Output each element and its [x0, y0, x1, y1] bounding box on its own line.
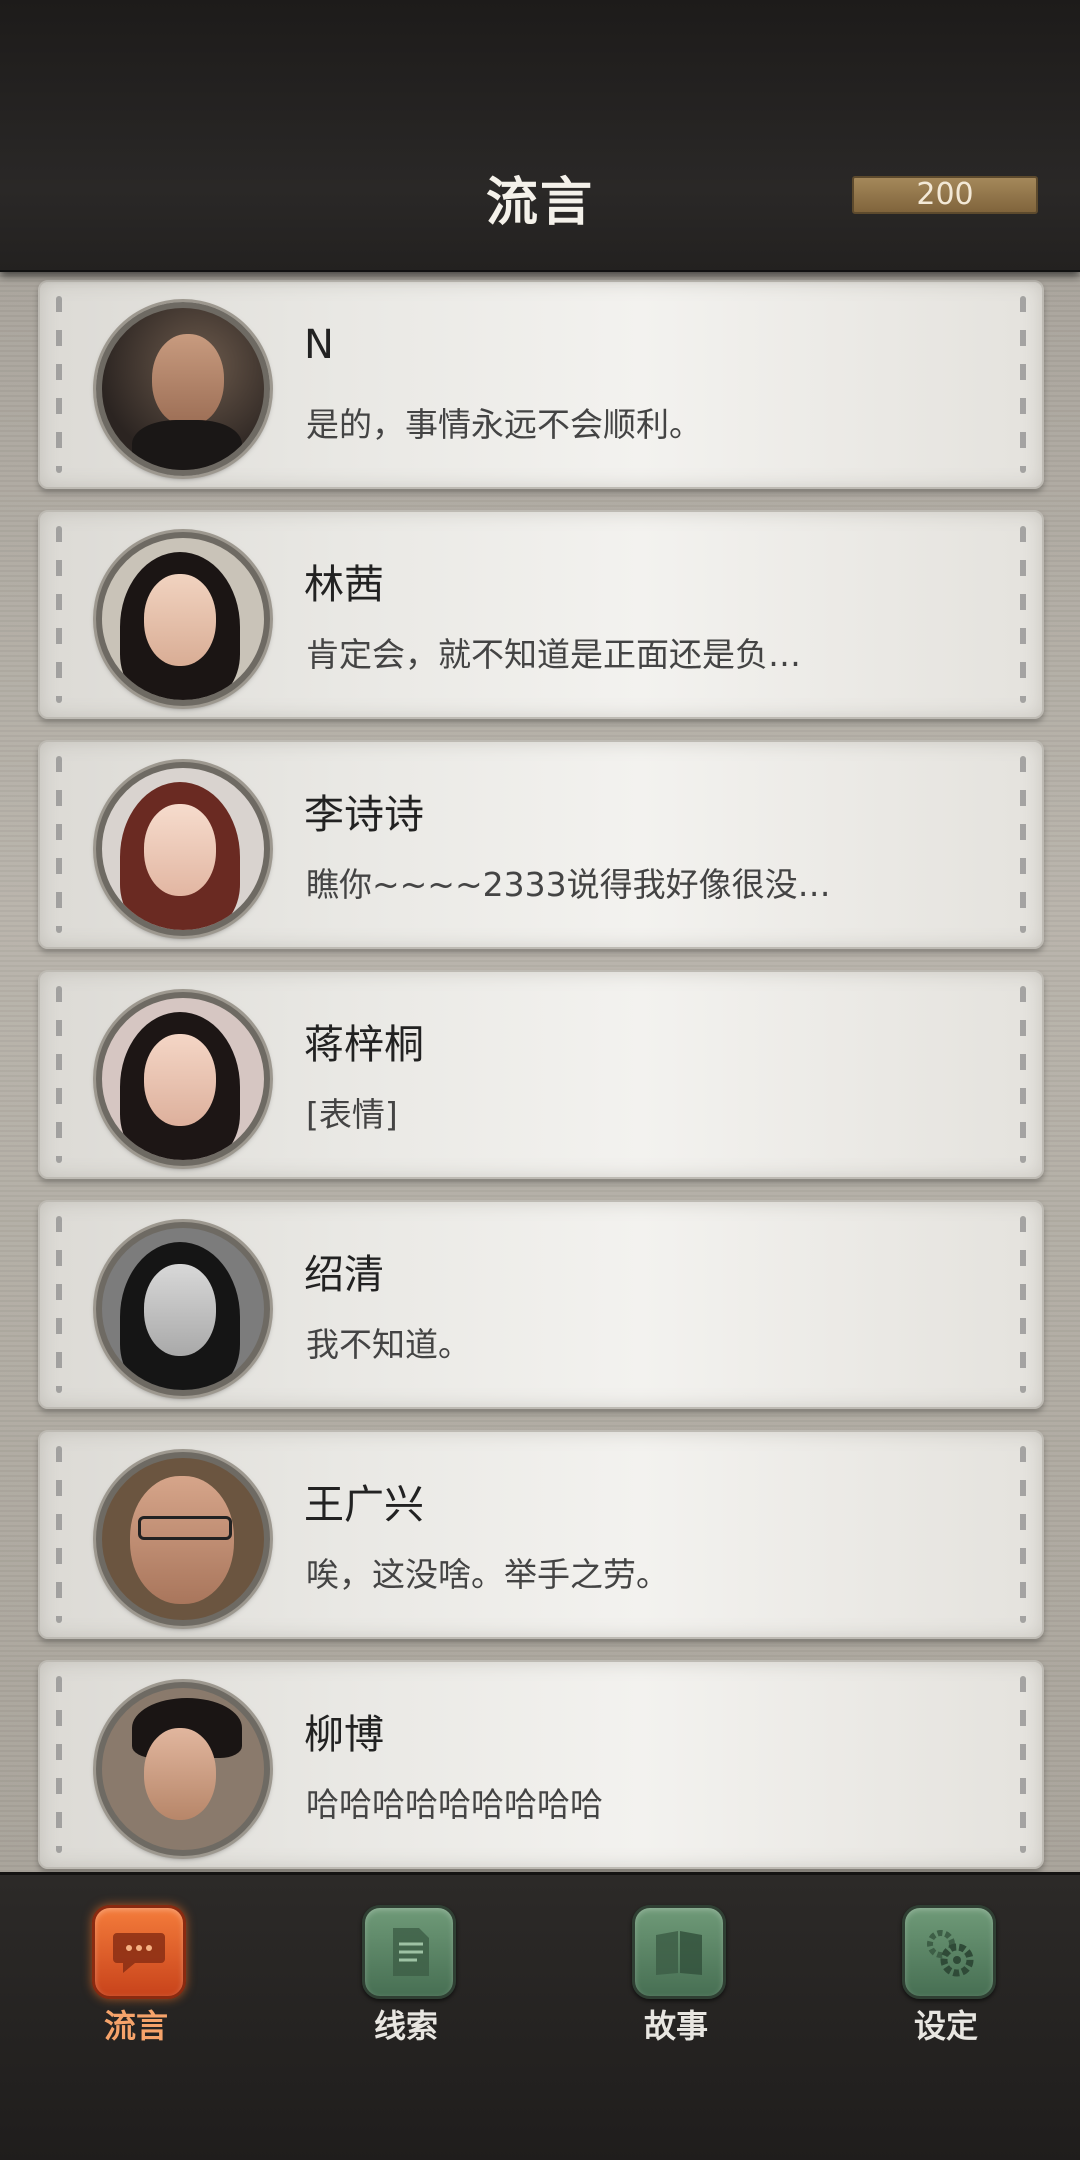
top-bar: 流言 200: [0, 0, 1080, 272]
contact-name: 林茜: [304, 562, 384, 608]
card-stitch-decoration: [56, 526, 62, 703]
avatar-wangguangxing: [96, 1452, 270, 1626]
nav-label: 线索: [373, 2007, 438, 2045]
avatar-jiangzitong: [96, 992, 270, 1166]
avatar-face: [144, 1728, 216, 1820]
avatar-linxi: [96, 532, 270, 706]
contact-card[interactable]: 李诗诗 瞧你~~~~2333说得我好像很没…: [38, 740, 1044, 949]
app-root: 流言 200 N 是的，事情永远不会顺利。 林茜 肯定会，就不知道是正面还是负…: [0, 0, 1080, 2160]
last-message: 瞧你~~~~2333说得我好像很没…: [306, 865, 831, 904]
document-icon: [362, 1905, 456, 1999]
card-stitch-decoration: [56, 986, 62, 1163]
nav-tab-rumors[interactable]: 流言: [66, 1905, 206, 2045]
avatar-lishishi: [96, 762, 270, 936]
card-stitch-decoration: [56, 296, 62, 473]
nav-tab-clues[interactable]: 线索: [336, 1905, 476, 2045]
nav-label: 流言: [103, 2007, 168, 2045]
coin-counter: 200: [852, 176, 1038, 214]
avatar-face: [144, 1264, 216, 1356]
avatar-face: [144, 804, 216, 896]
last-message: 唉，这没啥。举手之劳。: [306, 1555, 669, 1594]
card-stitch-decoration: [56, 1676, 62, 1853]
contact-card[interactable]: 柳博 哈哈哈哈哈哈哈哈哈: [38, 1660, 1044, 1869]
glasses-icon: [138, 1516, 232, 1540]
card-stitch-decoration: [1020, 1446, 1026, 1623]
last-message: 是的，事情永远不会顺利。: [306, 405, 702, 444]
contact-name: 绍清: [304, 1252, 384, 1298]
avatar-face: [144, 574, 216, 666]
card-stitch-decoration: [1020, 756, 1026, 933]
contact-name: 王广兴: [304, 1482, 424, 1528]
avatar-face: [144, 1034, 216, 1126]
avatar-shaoqing: [96, 1222, 270, 1396]
contact-name: 李诗诗: [304, 792, 424, 838]
gear-icon: [902, 1905, 996, 1999]
nav-label: 故事: [643, 2007, 708, 2045]
card-stitch-decoration: [56, 756, 62, 933]
avatar-face: [152, 334, 224, 426]
card-stitch-decoration: [1020, 1676, 1026, 1853]
nav-tab-settings[interactable]: 设定: [876, 1905, 1016, 2045]
contact-card[interactable]: 林茜 肯定会，就不知道是正面还是负…: [38, 510, 1044, 719]
chat-bubble-icon: [92, 1905, 186, 1999]
last-message: 我不知道。: [306, 1325, 471, 1364]
avatar-shirt: [132, 420, 242, 470]
card-stitch-decoration: [56, 1216, 62, 1393]
card-stitch-decoration: [1020, 986, 1026, 1163]
book-icon: [632, 1905, 726, 1999]
contact-card[interactable]: 蒋梓桐 [表情]: [38, 970, 1044, 1179]
card-stitch-decoration: [1020, 1216, 1026, 1393]
contact-name: N: [304, 322, 334, 368]
avatar-liubo: [96, 1682, 270, 1856]
last-message: 肯定会，就不知道是正面还是负…: [306, 635, 801, 674]
card-stitch-decoration: [1020, 526, 1026, 703]
last-message: 哈哈哈哈哈哈哈哈哈: [306, 1785, 603, 1824]
contact-card[interactable]: 绍清 我不知道。: [38, 1200, 1044, 1409]
card-stitch-decoration: [56, 1446, 62, 1623]
last-message: [表情]: [306, 1095, 398, 1134]
rumor-list[interactable]: N 是的，事情永远不会顺利。 林茜 肯定会，就不知道是正面还是负… 李诗诗 瞧你…: [0, 270, 1080, 1872]
bottom-nav: 流言 线索 故事 设定: [0, 1872, 1080, 2160]
contact-card[interactable]: N 是的，事情永远不会顺利。: [38, 280, 1044, 489]
avatar-n: [96, 302, 270, 476]
nav-label: 设定: [913, 2007, 978, 2045]
card-stitch-decoration: [1020, 296, 1026, 473]
contact-name: 柳博: [304, 1712, 384, 1758]
nav-tab-story[interactable]: 故事: [606, 1905, 746, 2045]
contact-name: 蒋梓桐: [304, 1022, 424, 1068]
avatar-face: [130, 1476, 234, 1604]
contact-card[interactable]: 王广兴 唉，这没啥。举手之劳。: [38, 1430, 1044, 1639]
